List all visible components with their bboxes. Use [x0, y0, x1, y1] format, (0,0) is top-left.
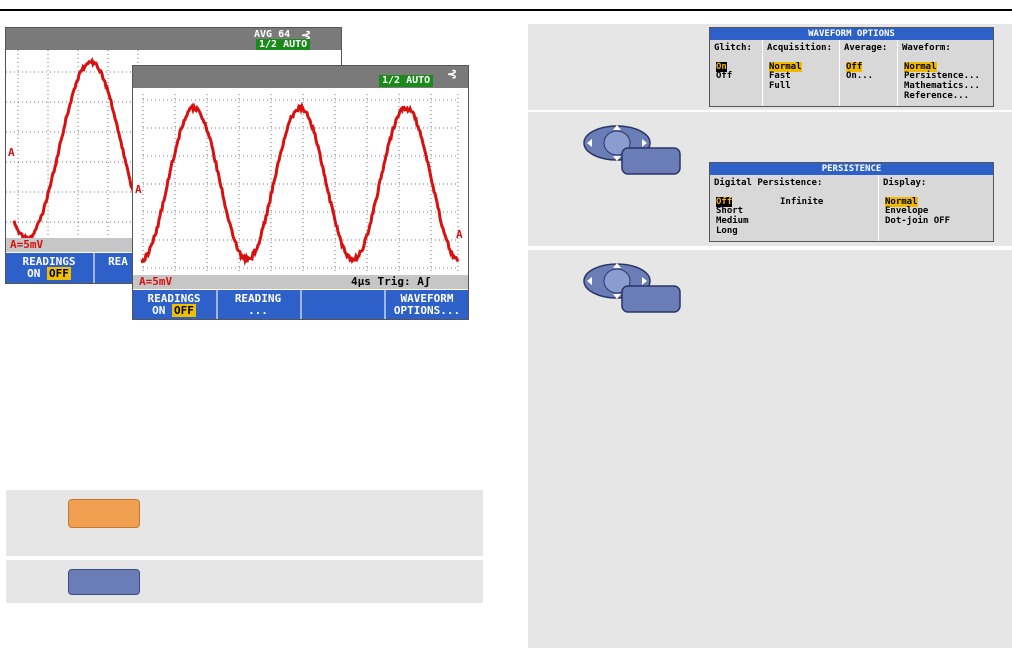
scope-plot-front: A A: [133, 88, 468, 274]
digital-persistence-header: Digital Persistence:: [714, 178, 822, 188]
glitch-header: Glitch:: [714, 43, 752, 53]
softkey-off: OFF: [47, 267, 71, 280]
average-column: Average: Off On...: [840, 40, 897, 106]
step-row-orange: [6, 490, 483, 556]
display-envelope-option[interactable]: Envelope: [885, 206, 928, 216]
persistence-long-option[interactable]: Long: [716, 226, 738, 236]
waveform-graph-front: [133, 88, 468, 274]
step-row-1: WAVEFORM OPTIONS Glitch: On Off Acquisit…: [528, 24, 1012, 110]
step-row-3: [528, 250, 1012, 648]
waveform-mathematics-option[interactable]: Mathematics...: [904, 81, 980, 91]
persistence-infinite-option[interactable]: Infinite: [780, 197, 823, 207]
scope-titlebar: ⊰ 1/2 AUTO: [133, 66, 468, 88]
average-on-option[interactable]: On...: [846, 71, 873, 81]
softkey-readings[interactable]: READINGS ON OFF: [133, 290, 215, 319]
waveform-options-menu: WAVEFORM OPTIONS Glitch: On Off Acquisit…: [709, 27, 994, 107]
softkey-readings-back[interactable]: READINGS ON OFF: [6, 253, 92, 283]
display-column: Display: Normal Envelope Dot-join OFF: [879, 175, 993, 241]
power-plug-icon: ⊰: [447, 67, 457, 81]
acquisition-fast-option[interactable]: Fast: [769, 71, 791, 81]
menu-title: PERSISTENCE: [710, 163, 993, 175]
acquisition-column: Acquisition: Normal Fast Full: [763, 40, 839, 106]
glitch-off-option[interactable]: Off: [716, 71, 732, 81]
waveform-header: Waveform:: [902, 43, 951, 53]
top-rule: [0, 9, 1012, 11]
digital-persistence-column: Digital Persistence: Off Infinite Short …: [710, 175, 877, 241]
scope-titlebar: AVG 64 ⊰ 1/2 AUTO: [6, 28, 341, 50]
persistence-menu: PERSISTENCE Digital Persistence: Off Inf…: [709, 162, 994, 242]
scope-screen-front: ⊰ 1/2 AUTO A A A=5mV 4µs Trig: Aʃ READIN…: [132, 65, 469, 320]
step-row-2: PERSISTENCE Digital Persistence: Off Inf…: [528, 112, 1012, 246]
trigger-marker: A: [456, 228, 463, 241]
softkey-reading[interactable]: READING ...: [218, 290, 298, 319]
softkey-waveform-options[interactable]: WAVEFORM OPTIONS...: [386, 290, 468, 319]
softkey-on: ON: [27, 267, 40, 280]
range-badge: 1/2 AUTO: [379, 75, 433, 87]
arrow-keypad-icon[interactable]: [554, 122, 684, 182]
orange-function-key[interactable]: [68, 499, 140, 528]
softkey-sublabel: ...: [218, 305, 298, 317]
step-row-blue: [6, 560, 483, 603]
softkey-off: OFF: [172, 304, 196, 317]
waveform-reference-option[interactable]: Reference...: [904, 91, 969, 101]
channel-a-marker: A: [135, 183, 142, 196]
glitch-column: Glitch: On Off: [710, 40, 762, 106]
softkey-empty[interactable]: [302, 290, 382, 319]
persistence-short-option[interactable]: Short: [716, 206, 743, 216]
channel-scale: A=5mV: [10, 238, 43, 251]
blue-function-key[interactable]: [68, 569, 140, 595]
waveform-persistence-option[interactable]: Persistence...: [904, 71, 980, 81]
menu-title: WAVEFORM OPTIONS: [710, 28, 993, 40]
average-header: Average:: [844, 43, 887, 53]
acquisition-header: Acquisition:: [767, 43, 832, 53]
channel-a-marker: A: [8, 146, 15, 159]
arrow-keypad-icon[interactable]: [554, 260, 684, 320]
acquisition-full-option[interactable]: Full: [769, 81, 791, 91]
enter-key-icon: [622, 148, 680, 174]
softkey-bar-front: READINGS ON OFF READING ... WAVEFORM OPT…: [133, 290, 468, 319]
enter-key-icon: [622, 286, 680, 312]
timebase-trigger: 4µs Trig: Aʃ: [351, 275, 430, 288]
softkey-sublabel: OPTIONS...: [386, 305, 468, 317]
softkey-divider: [93, 253, 95, 283]
display-header: Display:: [883, 178, 926, 188]
softkey-on: ON: [152, 304, 165, 317]
display-dotjoin-option[interactable]: Dot-join OFF: [885, 216, 950, 226]
scope-statusbar-front: A=5mV 4µs Trig: Aʃ: [133, 275, 468, 289]
channel-scale: A=5mV: [139, 275, 172, 288]
persistence-medium-option[interactable]: Medium: [716, 216, 749, 226]
waveform-column: Waveform: Normal Persistence... Mathemat…: [898, 40, 993, 106]
